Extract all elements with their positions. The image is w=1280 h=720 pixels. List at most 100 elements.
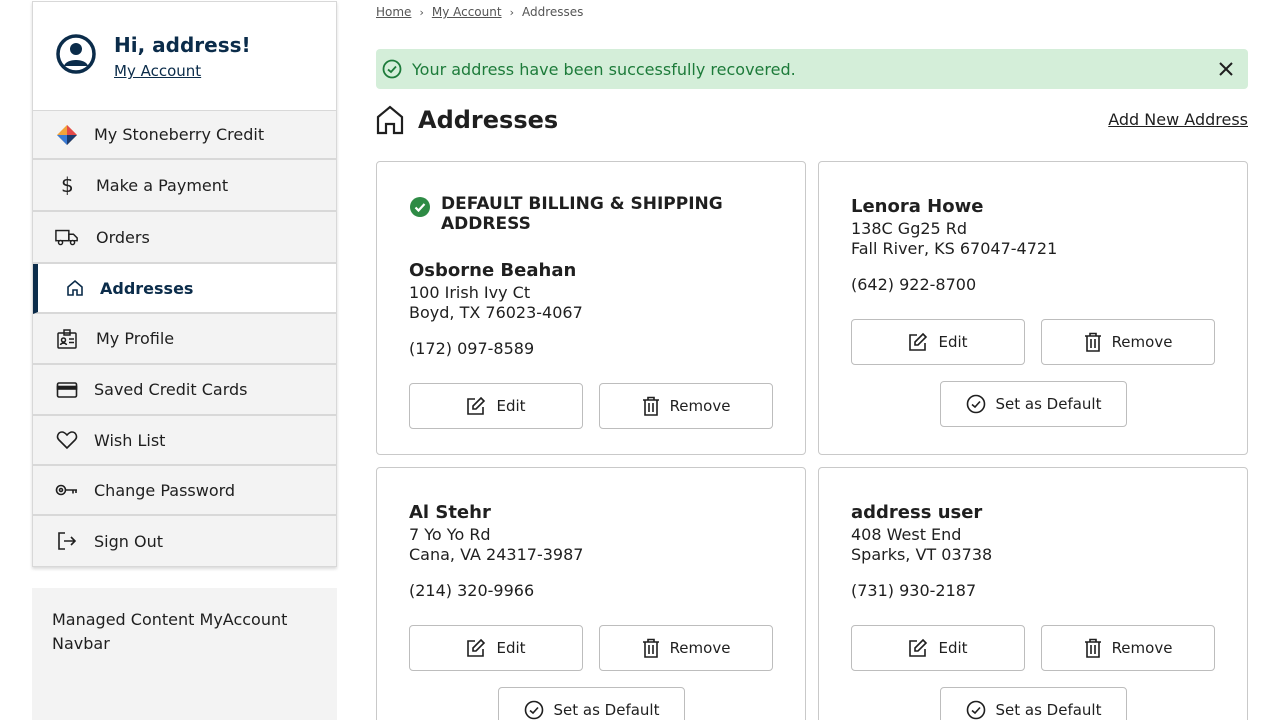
remove-button[interactable]: Remove [1041, 319, 1215, 365]
chevron-right-icon: › [509, 5, 514, 19]
set-default-label: Set as Default [995, 701, 1102, 719]
sidebar-item-addresses[interactable]: Addresses [33, 264, 336, 314]
greeting-text: Hi, address! [114, 33, 251, 57]
address-name: Al Stehr [409, 502, 491, 523]
sidebar-item-label: My Stoneberry Credit [94, 125, 265, 144]
trash-icon [1084, 332, 1101, 352]
sidebar-item-label: Orders [96, 227, 150, 247]
trash-icon [1084, 638, 1101, 658]
address-street: 138C Gg25 Rd [851, 219, 968, 238]
chevron-right-icon: › [419, 5, 424, 19]
address-card-default: DEFAULT BILLING & SHIPPING ADDRESS Osbor… [376, 161, 806, 455]
address-name: Osborne Beahan [409, 260, 577, 281]
house-icon [63, 276, 87, 300]
remove-button[interactable]: Remove [1041, 625, 1215, 671]
edit-button[interactable]: Edit [409, 625, 583, 671]
edit-button[interactable]: Edit [409, 383, 583, 429]
edit-label: Edit [496, 639, 526, 657]
sidebar-item-make-payment[interactable]: $ Make a Payment [33, 160, 336, 212]
managed-content-block: Managed Content MyAccount Navbar [32, 588, 337, 720]
svg-text:$: $ [61, 174, 74, 196]
edit-label: Edit [938, 639, 968, 657]
address-card: Al Stehr 7 Yo Yo Rd Cana, VA 24317-3987 … [376, 467, 806, 720]
breadcrumb-current: Addresses [521, 5, 584, 19]
address-city: Fall River, KS 67047-4721 [851, 239, 1058, 258]
remove-label: Remove [1111, 333, 1173, 351]
remove-label: Remove [1111, 639, 1173, 657]
remove-button[interactable]: Remove [599, 383, 773, 429]
edit-icon [909, 332, 928, 351]
address-card: address user 408 West End Sparks, VT 037… [818, 467, 1248, 720]
set-default-button[interactable]: Set as Default [498, 687, 685, 720]
user-avatar-icon [56, 34, 96, 74]
profile-badge-icon [55, 327, 79, 351]
edit-icon [467, 396, 486, 415]
check-circle-icon [524, 700, 543, 720]
page-title: Addresses [418, 106, 559, 134]
address-card: Lenora Howe 138C Gg25 Rd Fall River, KS … [818, 161, 1248, 455]
default-badge-text: DEFAULT BILLING & SHIPPING ADDRESS [441, 194, 723, 234]
set-default-label: Set as Default [553, 701, 660, 719]
key-icon [55, 478, 79, 502]
sidebar-item-change-password[interactable]: Change Password [33, 466, 336, 516]
sidebar-item-label: Addresses [100, 278, 194, 298]
default-badge: DEFAULT BILLING & SHIPPING ADDRESS [409, 194, 741, 234]
set-default-button[interactable]: Set as Default [940, 687, 1127, 720]
check-circle-filled-icon [410, 197, 430, 217]
truck-icon [55, 225, 79, 249]
edit-button[interactable]: Edit [851, 625, 1025, 671]
edit-label: Edit [938, 333, 968, 351]
address-phone: (172) 097-8589 [409, 339, 535, 358]
heart-icon [55, 428, 79, 452]
close-icon[interactable] [1218, 61, 1234, 77]
house-icon [376, 105, 404, 135]
sidebar-item-wish-list[interactable]: Wish List [33, 416, 336, 466]
sidebar-item-sign-out[interactable]: Sign Out [33, 516, 336, 566]
address-phone: (731) 930-2187 [851, 581, 977, 600]
my-account-link[interactable]: My Account [114, 62, 201, 80]
sidebar-item-my-profile[interactable]: My Profile [33, 314, 336, 365]
sidebar-item-label: Saved Credit Cards [94, 380, 248, 399]
sidebar-item-stoneberry-credit[interactable]: My Stoneberry Credit [33, 111, 336, 160]
address-name: Lenora Howe [851, 196, 984, 217]
sidebar-item-orders[interactable]: Orders [33, 212, 336, 264]
credit-card-icon [55, 378, 79, 402]
address-street: 7 Yo Yo Rd [409, 525, 491, 544]
address-city: Sparks, VT 03738 [851, 545, 993, 564]
add-new-address-link[interactable]: Add New Address [1108, 110, 1248, 129]
trash-icon [642, 396, 659, 416]
edit-button[interactable]: Edit [851, 319, 1025, 365]
alert-message: Your address have been successfully reco… [412, 59, 796, 79]
remove-button[interactable]: Remove [599, 625, 773, 671]
breadcrumb-home-link[interactable]: Home [376, 5, 411, 19]
address-phone: (642) 922-8700 [851, 275, 977, 294]
stoneberry-credit-icon [55, 123, 79, 147]
sidebar-item-label: Make a Payment [96, 175, 229, 195]
remove-label: Remove [669, 397, 731, 415]
page-heading: Addresses [376, 105, 558, 135]
edit-icon [467, 638, 486, 657]
address-street: 408 West End [851, 525, 962, 544]
check-circle-icon [966, 700, 985, 720]
dollar-icon: $ [55, 173, 79, 197]
address-street: 100 Irish Ivy Ct [409, 283, 531, 302]
remove-label: Remove [669, 639, 731, 657]
set-default-label: Set as Default [995, 395, 1102, 413]
check-circle-icon [966, 394, 985, 414]
set-default-button[interactable]: Set as Default [940, 381, 1127, 427]
sign-out-icon [55, 529, 79, 553]
sidebar-item-label: Wish List [94, 430, 166, 450]
success-alert: Your address have been successfully reco… [376, 49, 1248, 89]
sidebar-item-label: My Profile [96, 329, 175, 348]
account-sidebar: Hi, address! My Account My Stoneberry Cr… [32, 1, 337, 567]
address-city: Cana, VA 24317-3987 [409, 545, 584, 564]
address-phone: (214) 320-9966 [409, 581, 535, 600]
greeting-panel: Hi, address! My Account [33, 2, 336, 111]
sidebar-item-label: Sign Out [94, 531, 163, 551]
address-name: address user [851, 502, 983, 523]
address-city: Boyd, TX 76023-4067 [409, 303, 583, 322]
edit-label: Edit [496, 397, 526, 415]
breadcrumb-my-account-link[interactable]: My Account [432, 5, 502, 19]
sidebar-item-saved-credit-cards[interactable]: Saved Credit Cards [33, 365, 336, 416]
breadcrumb: Home › My Account › Addresses [376, 5, 583, 19]
